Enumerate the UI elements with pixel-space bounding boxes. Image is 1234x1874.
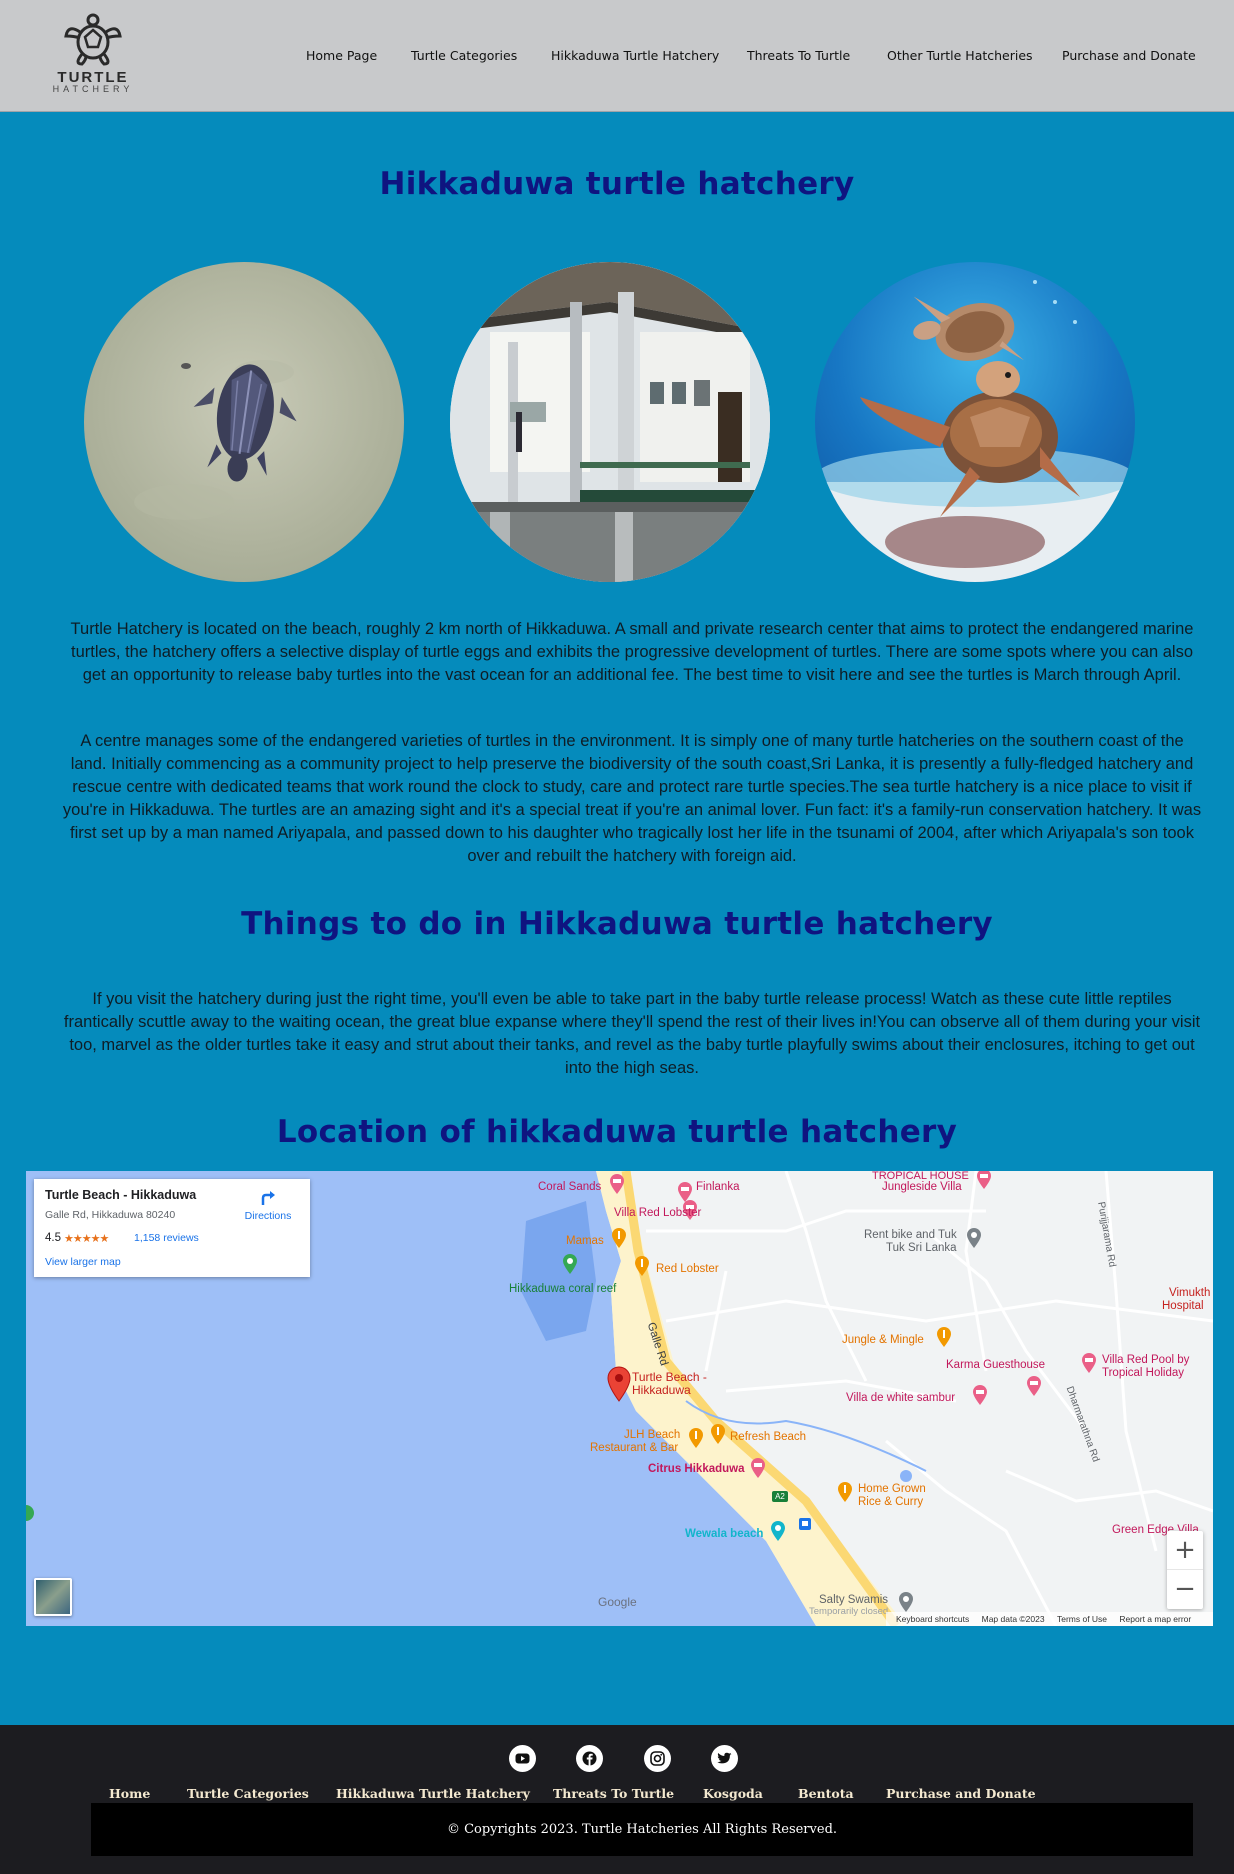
- map-label-coral-sands: Coral Sands: [538, 1181, 602, 1193]
- things-to-do-paragraph: If you visit the hatchery during just th…: [63, 990, 1201, 1077]
- map-label-villa-red-lobster: Villa Red Lobster: [614, 1207, 702, 1219]
- business-marker-icon[interactable]: [898, 1591, 914, 1613]
- restaurant-marker-icon[interactable]: [837, 1481, 853, 1503]
- directions-button[interactable]: Directions: [240, 1189, 296, 1222]
- hotel-marker-icon[interactable]: [609, 1173, 625, 1195]
- map-attribution: Keyboard shortcuts Map data ©2023 Terms …: [886, 1612, 1213, 1626]
- site-header: TURTLE HATCHERY Home Page Turtle Categor…: [0, 0, 1234, 112]
- sea-turtles-image: [815, 262, 1135, 582]
- hatchery-building-image: [450, 262, 770, 582]
- hotel-marker-icon[interactable]: [972, 1384, 988, 1406]
- map-label-jungleside: Jungleside Villa: [882, 1181, 962, 1193]
- place-pin-icon[interactable]: [606, 1366, 632, 1402]
- history-paragraph: A centre manages some of the endangered …: [62, 732, 1202, 865]
- nav-turtle-categories[interactable]: Turtle Categories: [411, 48, 517, 63]
- map-label-red-lobster: Red Lobster: [656, 1263, 719, 1275]
- nav-threats[interactable]: Threats To Turtle: [747, 48, 850, 63]
- rating-stars: ★★★★★: [64, 1233, 109, 1245]
- map-label-rent-bike-2: Tuk Sri Lanka: [886, 1242, 957, 1254]
- footer-nav-turtle-categories[interactable]: Turtle Categories: [187, 1786, 309, 1801]
- keyboard-shortcuts-link[interactable]: Keyboard shortcuts: [896, 1614, 969, 1624]
- map-label-vimukthi-1: Vimukth: [1169, 1287, 1211, 1299]
- instagram-icon[interactable]: [644, 1745, 671, 1772]
- map-label-wewala: Wewala beach: [685, 1528, 764, 1540]
- place-info-card: Turtle Beach - Hikkaduwa Galle Rd, Hikka…: [34, 1179, 310, 1277]
- footer-nav-threats[interactable]: Threats To Turtle: [553, 1786, 674, 1801]
- google-logo: Google: [598, 1595, 637, 1609]
- copyright-bar: © Copyrights 2023. Turtle Hatcheries All…: [91, 1803, 1193, 1856]
- location-heading: Location of hikkaduwa turtle hatchery: [276, 1114, 958, 1150]
- youtube-icon[interactable]: [509, 1745, 536, 1772]
- map-label-citrus: Citrus Hikkaduwa: [648, 1463, 745, 1475]
- hotel-marker-icon[interactable]: [976, 1171, 992, 1190]
- restaurant-marker-icon[interactable]: [634, 1255, 650, 1277]
- map-label-karma: Karma Guesthouse: [946, 1359, 1046, 1371]
- embedded-map[interactable]: Turtle Beach - Hikkaduwa Galle Rd, Hikka…: [26, 1171, 1213, 1626]
- zoom-controls: + −: [1167, 1531, 1203, 1609]
- nav-hikkaduwa-hatchery[interactable]: Hikkaduwa Turtle Hatchery: [551, 48, 719, 63]
- map-label-villa-red-pool-1: Villa Red Pool by: [1102, 1354, 1190, 1366]
- report-map-error-link[interactable]: Report a map error: [1119, 1614, 1191, 1624]
- directions-label: Directions: [244, 1210, 292, 1222]
- view-larger-map-link[interactable]: View larger map: [45, 1256, 121, 1268]
- business-marker-icon[interactable]: [966, 1227, 982, 1249]
- restaurant-marker-icon[interactable]: [611, 1227, 627, 1249]
- map-label-jlh-2: Restaurant & Bar: [590, 1442, 679, 1454]
- map-label-jungle-mingle: Jungle & Mingle: [842, 1334, 924, 1346]
- map-label-villa-white: Villa de white sambur: [846, 1392, 956, 1404]
- nav-purchase-donate[interactable]: Purchase and Donate: [1062, 48, 1196, 63]
- footer-nav-bentota[interactable]: Bentota: [798, 1786, 854, 1801]
- restaurant-marker-icon[interactable]: [710, 1423, 726, 1445]
- hotel-marker-icon[interactable]: [1081, 1352, 1097, 1374]
- map-label-refresh: Refresh Beach: [730, 1431, 807, 1443]
- map-label-home-grown-2: Rice & Curry: [858, 1496, 924, 1508]
- footer-nav-hikkaduwa-hatchery[interactable]: Hikkaduwa Turtle Hatchery: [336, 1786, 530, 1801]
- logo-subtitle: HATCHERY: [52, 84, 134, 94]
- footer-nav-home[interactable]: Home: [109, 1786, 150, 1801]
- hotel-marker-icon[interactable]: [1026, 1375, 1042, 1397]
- road-shield-a2: A2: [772, 1491, 788, 1502]
- place-address: Galle Rd, Hikkaduwa 80240: [45, 1209, 176, 1221]
- satellite-toggle[interactable]: [34, 1578, 72, 1616]
- intro-paragraph: Turtle Hatchery is located on the beach,…: [70, 620, 1194, 684]
- pin-label-line1: Turtle Beach -: [632, 1370, 707, 1384]
- restaurant-marker-icon[interactable]: [936, 1326, 952, 1348]
- map-label-coral-reef: Hikkaduwa coral reef: [509, 1283, 617, 1295]
- hotel-marker-icon[interactable]: [750, 1457, 766, 1479]
- map-label-vimukthi-2: Hospital: [1162, 1300, 1204, 1312]
- nav-home[interactable]: Home Page: [306, 48, 377, 63]
- map-label-temporarily-closed: Temporarily closed: [809, 1606, 889, 1617]
- terms-of-use-link[interactable]: Terms of Use: [1057, 1614, 1107, 1624]
- footer-nav-purchase-donate[interactable]: Purchase and Donate: [886, 1786, 1036, 1801]
- facebook-icon[interactable]: [576, 1745, 603, 1772]
- map-label-mamas: Mamas: [566, 1235, 604, 1247]
- baby-turtle-image: [84, 262, 404, 582]
- footer-nav-kosgoda[interactable]: Kosgoda: [703, 1786, 763, 1801]
- map-label-finlanka: Finlanka: [696, 1181, 740, 1193]
- map-label-rent-bike-1: Rent bike and Tuk: [864, 1229, 957, 1241]
- reviews-link[interactable]: 1,158 reviews: [134, 1232, 199, 1244]
- bus-stop-icon[interactable]: [799, 1518, 811, 1530]
- map-label-villa-red-pool-2: Tropical Holiday: [1102, 1367, 1185, 1379]
- map-label-home-grown-1: Home Grown: [858, 1483, 926, 1495]
- restaurant-marker-icon[interactable]: [688, 1427, 704, 1449]
- map-label-jlh-1: JLH Beach: [624, 1429, 681, 1441]
- place-name: Turtle Beach - Hikkaduwa: [45, 1188, 197, 1202]
- beach-marker-icon[interactable]: [770, 1520, 786, 1542]
- things-to-do-heading: Things to do in Hikkaduwa turtle hatcher…: [241, 906, 993, 942]
- directions-icon: [261, 1191, 275, 1205]
- place-rating: 4.5: [45, 1232, 61, 1244]
- nav-other-hatcheries[interactable]: Other Turtle Hatcheries: [887, 48, 1033, 63]
- twitter-icon[interactable]: [711, 1745, 738, 1772]
- zoom-out-button[interactable]: −: [1167, 1570, 1203, 1609]
- park-marker-icon[interactable]: [562, 1253, 578, 1275]
- zoom-in-button[interactable]: +: [1167, 1531, 1203, 1570]
- map-data-text: Map data ©2023: [981, 1614, 1045, 1624]
- page-title: Hikkaduwa turtle hatchery: [379, 166, 855, 202]
- pin-label-line2: Hikkaduwa: [632, 1383, 691, 1397]
- main-nav: Home Page Turtle Categories Hikkaduwa Tu…: [0, 48, 1234, 68]
- map-label-salty-swamis: Salty Swamis: [819, 1594, 889, 1606]
